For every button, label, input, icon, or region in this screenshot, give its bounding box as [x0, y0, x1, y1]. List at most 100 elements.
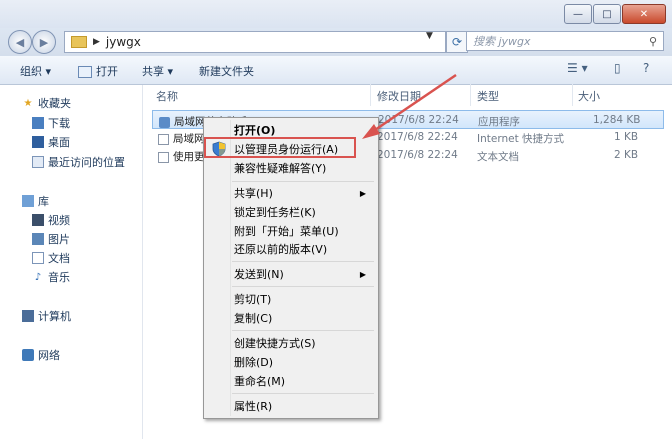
column-header-size[interactable]: 大小: [578, 88, 600, 104]
help-icon[interactable]: ?: [643, 61, 649, 75]
column-header-modified[interactable]: 修改日期: [377, 88, 421, 104]
menu-item-label: 锁定到任务栏(K): [234, 206, 316, 219]
minimize-button[interactable]: —: [564, 4, 592, 24]
organize-button[interactable]: 组织 ▾: [20, 63, 51, 79]
menu-separator: [232, 330, 374, 331]
nav-favorites[interactable]: ★ 收藏夹: [22, 95, 71, 111]
menu-item-label: 共享(H): [234, 187, 273, 200]
menu-item-copy[interactable]: 复制(C): [206, 309, 374, 327]
forward-button[interactable]: ▶: [32, 30, 56, 54]
menu-item-label: 附到「开始」菜单(U): [234, 225, 339, 238]
nav-favorites-label: 收藏夹: [38, 97, 71, 110]
nav-desktop[interactable]: 桌面: [32, 134, 70, 150]
menu-separator: [232, 181, 374, 182]
star-icon: ★: [23, 97, 33, 109]
downloads-icon: [32, 117, 44, 129]
nav-videos[interactable]: 视频: [32, 212, 70, 228]
nav-recent-places[interactable]: 最近访问的位置: [32, 154, 125, 170]
address-row: ◀ ▶ ▶ jywgx ▼ ⟳ 搜索 jywgx ⚲: [0, 28, 672, 56]
file-size: 1,284 KB: [593, 114, 641, 126]
shortcut-icon: [158, 133, 169, 145]
share-button[interactable]: 共享 ▾: [142, 63, 173, 79]
file-type: 文本文档: [477, 151, 519, 163]
open-button[interactable]: 打开: [78, 63, 118, 79]
menu-separator: [232, 261, 374, 262]
nav-computer[interactable]: 计算机: [22, 308, 71, 324]
nav-network[interactable]: 网络: [22, 347, 60, 363]
nav-recent-label: 最近访问的位置: [48, 156, 125, 169]
menu-item-pin-taskbar[interactable]: 锁定到任务栏(K): [206, 203, 374, 221]
menu-item-label: 兼容性疑难解答(Y): [234, 162, 327, 175]
submenu-arrow-icon: ▶: [359, 188, 366, 198]
file-name: 使用更: [173, 151, 205, 163]
navigation-pane: ★ 收藏夹 下载 桌面 最近访问的位置 库 视频 图片 文档 ♪ 音乐 计算机 …: [0, 85, 143, 439]
address-bar[interactable]: ▶ jywgx: [64, 31, 446, 53]
menu-item-label: 创建快捷方式(S): [234, 337, 316, 350]
nav-network-label: 网络: [38, 349, 60, 362]
breadcrumb-chevron-icon: ▶: [93, 37, 100, 47]
maximize-button[interactable]: □: [593, 4, 621, 24]
videos-icon: [32, 214, 44, 226]
column-divider[interactable]: [572, 84, 573, 106]
search-placeholder: 搜索 jywgx: [473, 35, 531, 48]
title-bar: — □ ✕: [0, 0, 672, 28]
nav-library[interactable]: 库: [22, 193, 49, 209]
address-path: jywgx: [105, 35, 141, 49]
menu-item-troubleshoot[interactable]: 兼容性疑难解答(Y): [206, 159, 374, 177]
nav-downloads-label: 下载: [48, 117, 70, 130]
column-divider[interactable]: [370, 84, 371, 106]
caption-buttons: — □ ✕: [564, 4, 666, 24]
column-header-type[interactable]: 类型: [477, 88, 499, 104]
preview-pane-icon[interactable]: ▯: [614, 61, 621, 75]
menu-item-pin-start[interactable]: 附到「开始」菜单(U): [206, 222, 374, 240]
menu-item-delete[interactable]: 删除(D): [206, 353, 374, 371]
menu-item-send-to[interactable]: 发送到(N) ▶: [206, 265, 374, 283]
menu-item-create-shortcut[interactable]: 创建快捷方式(S): [206, 334, 374, 352]
computer-icon: [22, 310, 34, 322]
nav-music-label: 音乐: [48, 271, 70, 284]
command-bar: 组织 ▾ 打开 共享 ▾ 新建文件夹 ☰ ▾ ▯ ?: [0, 56, 672, 85]
menu-item-label: 重命名(M): [234, 375, 286, 388]
nav-music[interactable]: ♪ 音乐: [32, 269, 70, 285]
menu-item-restore[interactable]: 还原以前的版本(V): [206, 240, 374, 258]
desktop-icon: [32, 136, 44, 148]
close-button[interactable]: ✕: [622, 4, 666, 24]
column-header-name[interactable]: 名称: [156, 88, 178, 104]
column-divider[interactable]: [470, 84, 471, 106]
pictures-icon: [32, 233, 44, 245]
menu-item-label: 复制(C): [234, 312, 273, 325]
search-icon: ⚲: [648, 34, 657, 48]
view-options-icon[interactable]: ☰ ▾: [567, 61, 588, 75]
menu-item-rename[interactable]: 重命名(M): [206, 372, 374, 390]
application-icon: [159, 116, 170, 128]
nav-videos-label: 视频: [48, 214, 70, 227]
back-button[interactable]: ◀: [8, 30, 32, 54]
open-icon: [78, 66, 92, 78]
music-icon: ♪: [34, 271, 42, 283]
nav-documents-label: 文档: [48, 252, 70, 265]
file-type: Internet 快捷方式: [477, 133, 565, 145]
address-dropdown-icon[interactable]: ▼: [426, 31, 433, 41]
file-modified: 2017/6/8 22:24: [377, 149, 458, 161]
nav-pictures[interactable]: 图片: [32, 231, 70, 247]
nav-pictures-label: 图片: [48, 233, 70, 246]
nav-documents[interactable]: 文档: [32, 250, 70, 266]
refresh-button[interactable]: ⟳: [446, 31, 468, 53]
nav-downloads[interactable]: 下载: [32, 115, 70, 131]
menu-item-share[interactable]: 共享(H) ▶: [206, 184, 374, 202]
file-name-cell: 使用更: [158, 149, 205, 164]
file-size: 1 KB: [614, 131, 639, 143]
menu-item-cut[interactable]: 剪切(T): [206, 290, 374, 308]
menu-separator: [232, 393, 374, 394]
submenu-arrow-icon: ▶: [359, 269, 366, 279]
search-input[interactable]: 搜索 jywgx ⚲: [466, 31, 664, 51]
file-size: 2 KB: [614, 149, 639, 161]
menu-item-label: 剪切(T): [234, 293, 272, 306]
documents-icon: [32, 252, 44, 264]
recent-places-icon: [32, 156, 44, 168]
new-folder-button[interactable]: 新建文件夹: [199, 63, 254, 79]
nav-library-label: 库: [38, 195, 49, 208]
explorer-window: — □ ✕ ◀ ▶ ▶ jywgx ▼ ⟳ 搜索 jywgx ⚲ 组织 ▾ 打开…: [0, 0, 672, 439]
menu-item-label: 打开(O): [234, 124, 276, 137]
menu-item-properties[interactable]: 属性(R): [206, 397, 374, 415]
